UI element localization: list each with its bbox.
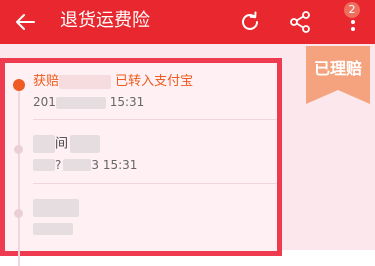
timeline-item: 获赔 已转入支付宝 201 15:31 xyxy=(33,73,193,110)
timeline-item-title xyxy=(33,199,79,218)
timeline-item-time: 201 15:31 xyxy=(33,95,145,109)
timeline-item-title: 间 xyxy=(33,135,137,154)
timeline-item xyxy=(33,199,79,237)
divider xyxy=(33,119,277,120)
back-arrow-icon[interactable] xyxy=(14,11,36,33)
app-bar: 退货运费险 2 xyxy=(0,0,375,44)
redacted-text xyxy=(33,223,73,235)
redacted-text xyxy=(59,74,112,89)
redacted-text xyxy=(33,135,55,153)
redacted-text xyxy=(33,159,55,171)
timeline-dot xyxy=(14,209,23,218)
timeline-dot-active xyxy=(13,79,25,91)
content-area: 获赔 已转入支付宝 201 15:31 间 ? 3 15:31 已理赔 xyxy=(0,44,375,266)
timeline-line xyxy=(18,91,20,266)
redacted-text xyxy=(63,159,92,171)
redacted-text xyxy=(33,199,79,217)
page-title: 退货运费险 xyxy=(60,10,150,31)
timeline-item-time xyxy=(33,221,79,237)
redacted-text xyxy=(70,135,101,153)
timeline-item-time: ? 3 15:31 xyxy=(33,157,137,173)
notification-badge: 2 xyxy=(344,2,360,18)
timeline-item-title: 获赔 已转入支付宝 xyxy=(33,74,194,89)
status-ribbon-label: 已理赔 xyxy=(313,59,362,78)
claim-timeline-card: 获赔 已转入支付宝 201 15:31 间 ? 3 15:31 xyxy=(0,58,282,266)
share-icon[interactable] xyxy=(288,10,312,34)
refresh-icon[interactable] xyxy=(238,10,262,34)
timeline-dot xyxy=(14,145,23,154)
divider xyxy=(33,183,277,184)
redacted-text xyxy=(55,96,106,109)
timeline-item: 间 ? 3 15:31 xyxy=(33,135,137,173)
